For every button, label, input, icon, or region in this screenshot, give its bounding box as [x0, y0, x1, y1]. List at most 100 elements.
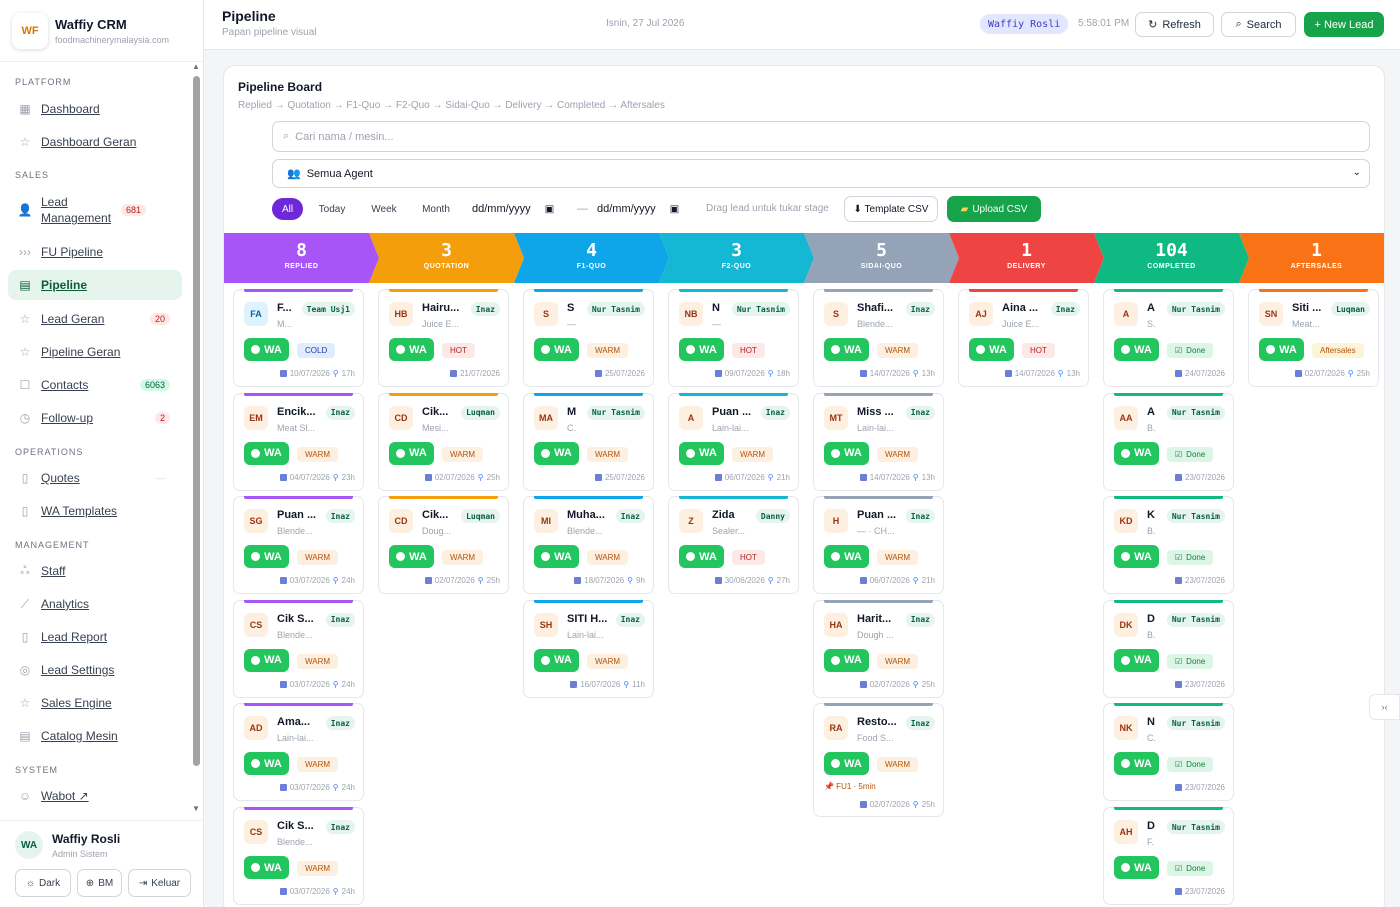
sidebar-item-staff[interactable]: ஃ Staff [8, 556, 182, 586]
template-csv-button[interactable]: ⬇ Template CSV [844, 196, 938, 222]
sidebar-scrollbar[interactable]: ▲ ▼ [192, 62, 202, 814]
lead-card[interactable]: NK N Nur Tasnim C. WA ☑ Done 23/07/2026 [1103, 703, 1234, 802]
sidebar-item-analytics[interactable]: ⟋ Analytics [8, 589, 182, 619]
whatsapp-button[interactable]: WA [244, 545, 289, 569]
sidebar-item-lead-report[interactable]: ▯ Lead Report [8, 622, 182, 652]
whatsapp-button[interactable]: WA [1114, 545, 1159, 569]
lead-card[interactable]: S S Nur Tasnim — WA WARM 25/07/2026 [523, 289, 654, 387]
filter-week[interactable]: Week [364, 198, 404, 220]
lead-card[interactable]: A Puan ... Inaz Lain-lai... WA WARM 06/07/2026… [668, 392, 799, 491]
scrollbar-thumb[interactable] [193, 76, 200, 766]
whatsapp-button[interactable]: WA [389, 441, 434, 465]
whatsapp-button[interactable]: WA [679, 441, 724, 465]
whatsapp-button[interactable]: WA [824, 338, 869, 361]
whatsapp-button[interactable]: WA [534, 648, 579, 672]
lead-card[interactable]: AH D Nur Tasnim F. WA ☑ Done 23/07/2026 [1103, 807, 1234, 905]
lead-card[interactable]: S Shafi... Inaz Blende... WA WARM 14/07/2026 ⚲ 1… [813, 289, 944, 387]
brand[interactable]: WF Waffiy CRM foodmachinerymalaysia.com [0, 0, 203, 62]
whatsapp-button[interactable]: WA [244, 338, 289, 361]
whatsapp-button[interactable]: WA [534, 338, 579, 361]
whatsapp-button[interactable]: WA [824, 752, 869, 776]
lead-card[interactable]: SN Siti ... Luqman Meat... WA Aftersales 02/07… [1248, 289, 1379, 387]
new-lead-button[interactable]: + New Lead [1304, 12, 1384, 37]
lead-card[interactable]: MT Miss ... Inaz Lain-lai... WA WARM 14/07/202… [813, 392, 944, 491]
sidebar-item-quotes[interactable]: ▯ Quotes — [8, 463, 182, 493]
whatsapp-button[interactable]: WA [534, 545, 579, 569]
whatsapp-button[interactable]: WA [244, 752, 289, 776]
sidebar-item-lead-settings[interactable]: ◎ Lead Settings [8, 655, 182, 685]
scroll-up-icon[interactable]: ▲ [192, 62, 200, 71]
sidebar-item-fu-pipeline[interactable]: ››› FU Pipeline [8, 237, 182, 267]
filter-today[interactable]: Today [312, 198, 352, 220]
whatsapp-button[interactable]: WA [1114, 856, 1159, 879]
whatsapp-button[interactable]: WA [244, 856, 289, 879]
date-to-input[interactable]: dd/mm/yyyy ▣ [597, 198, 679, 220]
lead-card[interactable]: NB N Nur Tasnim — WA HOT 09/07/2026 ⚲ 18h [668, 289, 799, 387]
whatsapp-button[interactable]: WA [1114, 441, 1159, 465]
sidebar-item-lead-geran[interactable]: ☆ Lead Geran 20 [8, 304, 182, 334]
language-button[interactable]: ⊕ BM [77, 869, 122, 897]
lead-card[interactable]: MI Muha... Inaz Blende... WA WARM 18/07/2026 ⚲ 9… [523, 496, 654, 595]
lead-card[interactable]: A A Nur Tasnim S. WA ☑ Done 24/07/2026 [1103, 289, 1234, 387]
whatsapp-button[interactable]: WA [679, 545, 724, 569]
lead-card[interactable]: CD Cik... Luqman Mesi... WA WARM 02/07/2026 ⚲ 25… [378, 392, 509, 491]
search-input[interactable] [295, 130, 1196, 143]
calendar-icon[interactable]: ▣ [545, 204, 554, 215]
sidebar-item-catalog-mesin[interactable]: ▤ Catalog Mesin [8, 721, 182, 751]
whatsapp-button[interactable]: WA [244, 648, 289, 672]
sidebar-item-contacts[interactable]: ☐ Contacts 6063 [8, 370, 182, 400]
whatsapp-button[interactable]: WA [534, 441, 579, 465]
scroll-down-icon[interactable]: ▼ [192, 804, 200, 813]
calendar-icon[interactable]: ▣ [670, 204, 679, 215]
lead-card[interactable]: SH SITI H... Inaz Lain-lai... WA WARM 16/07/20… [523, 599, 654, 698]
lead-card[interactable]: AA A Nur Tasnim B. WA ☑ Done 23/07/2026 [1103, 392, 1234, 491]
sidebar-item-follow-up[interactable]: ◷ Follow-up 2 [8, 403, 182, 433]
search-box[interactable]: ⌕ [272, 121, 1370, 152]
logout-button[interactable]: ⇥ Keluar [128, 869, 191, 897]
lead-card[interactable]: AJ Aina ... Inaz Juice E... WA HOT 14/07/2026 ⚲… [958, 289, 1089, 387]
sidebar-item-sales-engine[interactable]: ☆ Sales Engine [8, 688, 182, 718]
whatsapp-button[interactable]: WA [969, 338, 1014, 361]
whatsapp-button[interactable]: WA [389, 338, 434, 361]
lead-card[interactable]: KD K Nur Tasnim B. WA ☑ Done 23/07/2026 [1103, 496, 1234, 595]
whatsapp-button[interactable]: WA [1114, 338, 1159, 361]
dark-mode-button[interactable]: ☼ Dark [15, 869, 71, 897]
lead-card[interactable]: FA F... Team Usj1 M... WA COLD 10/07/2026 ⚲ 17h [233, 289, 364, 387]
sidebar-item-pipeline[interactable]: ▤ Pipeline [8, 270, 182, 300]
lead-card[interactable]: AD Ama... Inaz Lain-lai... WA WARM 03/07/2026 ⚲… [233, 703, 364, 802]
date-from-input[interactable]: dd/mm/yyyy ▣ [472, 198, 554, 220]
lead-card[interactable]: DK D Nur Tasnim B. WA ☑ Done 23/07/2026 [1103, 599, 1234, 698]
sidebar-item-wa-templates[interactable]: ▯ WA Templates [8, 496, 182, 526]
lead-card[interactable]: RA Resto... Inaz Food S... WA WARM 📌 FU1 · 5mi… [813, 703, 944, 818]
whatsapp-button[interactable]: WA [1114, 648, 1159, 672]
upload-csv-button[interactable]: ▰ Upload CSV [947, 196, 1041, 222]
whatsapp-button[interactable]: WA [824, 648, 869, 672]
lead-card[interactable]: H Puan ... Inaz — · CH... WA WARM 06/07/2026 ⚲ 2… [813, 496, 944, 595]
whatsapp-button[interactable]: WA [244, 441, 289, 465]
lead-card[interactable]: EM Encik... Inaz Meat Sl... WA WARM 04/07/2026… [233, 392, 364, 491]
sidebar-item-dashboard-geran[interactable]: ☆ Dashboard Geran [8, 127, 182, 157]
sidebar-item-lead-management[interactable]: 👤 Lead Management 681 [8, 188, 182, 232]
lead-card[interactable]: HB Hairu... Inaz Juice E... WA HOT 21/07/2026 [378, 289, 509, 387]
lead-card[interactable]: Z Zida Danny Sealer... WA HOT 30/06/2026 ⚲ 27h [668, 496, 799, 595]
whatsapp-button[interactable]: WA [1259, 338, 1304, 361]
filter-month[interactable]: Month [414, 198, 458, 220]
sidebar-item-pipeline-geran[interactable]: ☆ Pipeline Geran [8, 337, 182, 367]
sidebar-item-dashboard[interactable]: ▦ Dashboard [8, 94, 182, 124]
whatsapp-button[interactable]: WA [389, 545, 434, 569]
filter-all[interactable]: All [272, 198, 303, 220]
whatsapp-button[interactable]: WA [1114, 752, 1159, 776]
collapse-toggle-button[interactable]: ›‹ [1369, 694, 1400, 720]
sidebar-item-wabot[interactable]: ☺ Wabot ↗ [8, 781, 182, 811]
lead-card[interactable]: HA Harit... Inaz Dough ... WA WARM 02/07/2026 ⚲… [813, 599, 944, 698]
search-button[interactable]: ⌕ Search [1221, 12, 1296, 37]
lead-card[interactable]: CS Cik S... Inaz Blende... WA WARM 03/07/2026 ⚲… [233, 807, 364, 905]
agent-select[interactable]: 👥 Semua Agent ⌄ [272, 159, 1370, 188]
lead-card[interactable]: MA M Nur Tasnim C. WA WARM 25/07/2026 [523, 392, 654, 491]
lead-card[interactable]: CD Cik... Luqman Doug... WA WARM 02/07/2026 ⚲ 25… [378, 496, 509, 595]
refresh-button[interactable]: ↻ Refresh [1135, 12, 1214, 37]
whatsapp-button[interactable]: WA [824, 441, 869, 465]
lead-card[interactable]: CS Cik S... Inaz Blende... WA WARM 03/07/2026 ⚲… [233, 599, 364, 698]
whatsapp-button[interactable]: WA [824, 545, 869, 569]
whatsapp-button[interactable]: WA [679, 338, 724, 361]
